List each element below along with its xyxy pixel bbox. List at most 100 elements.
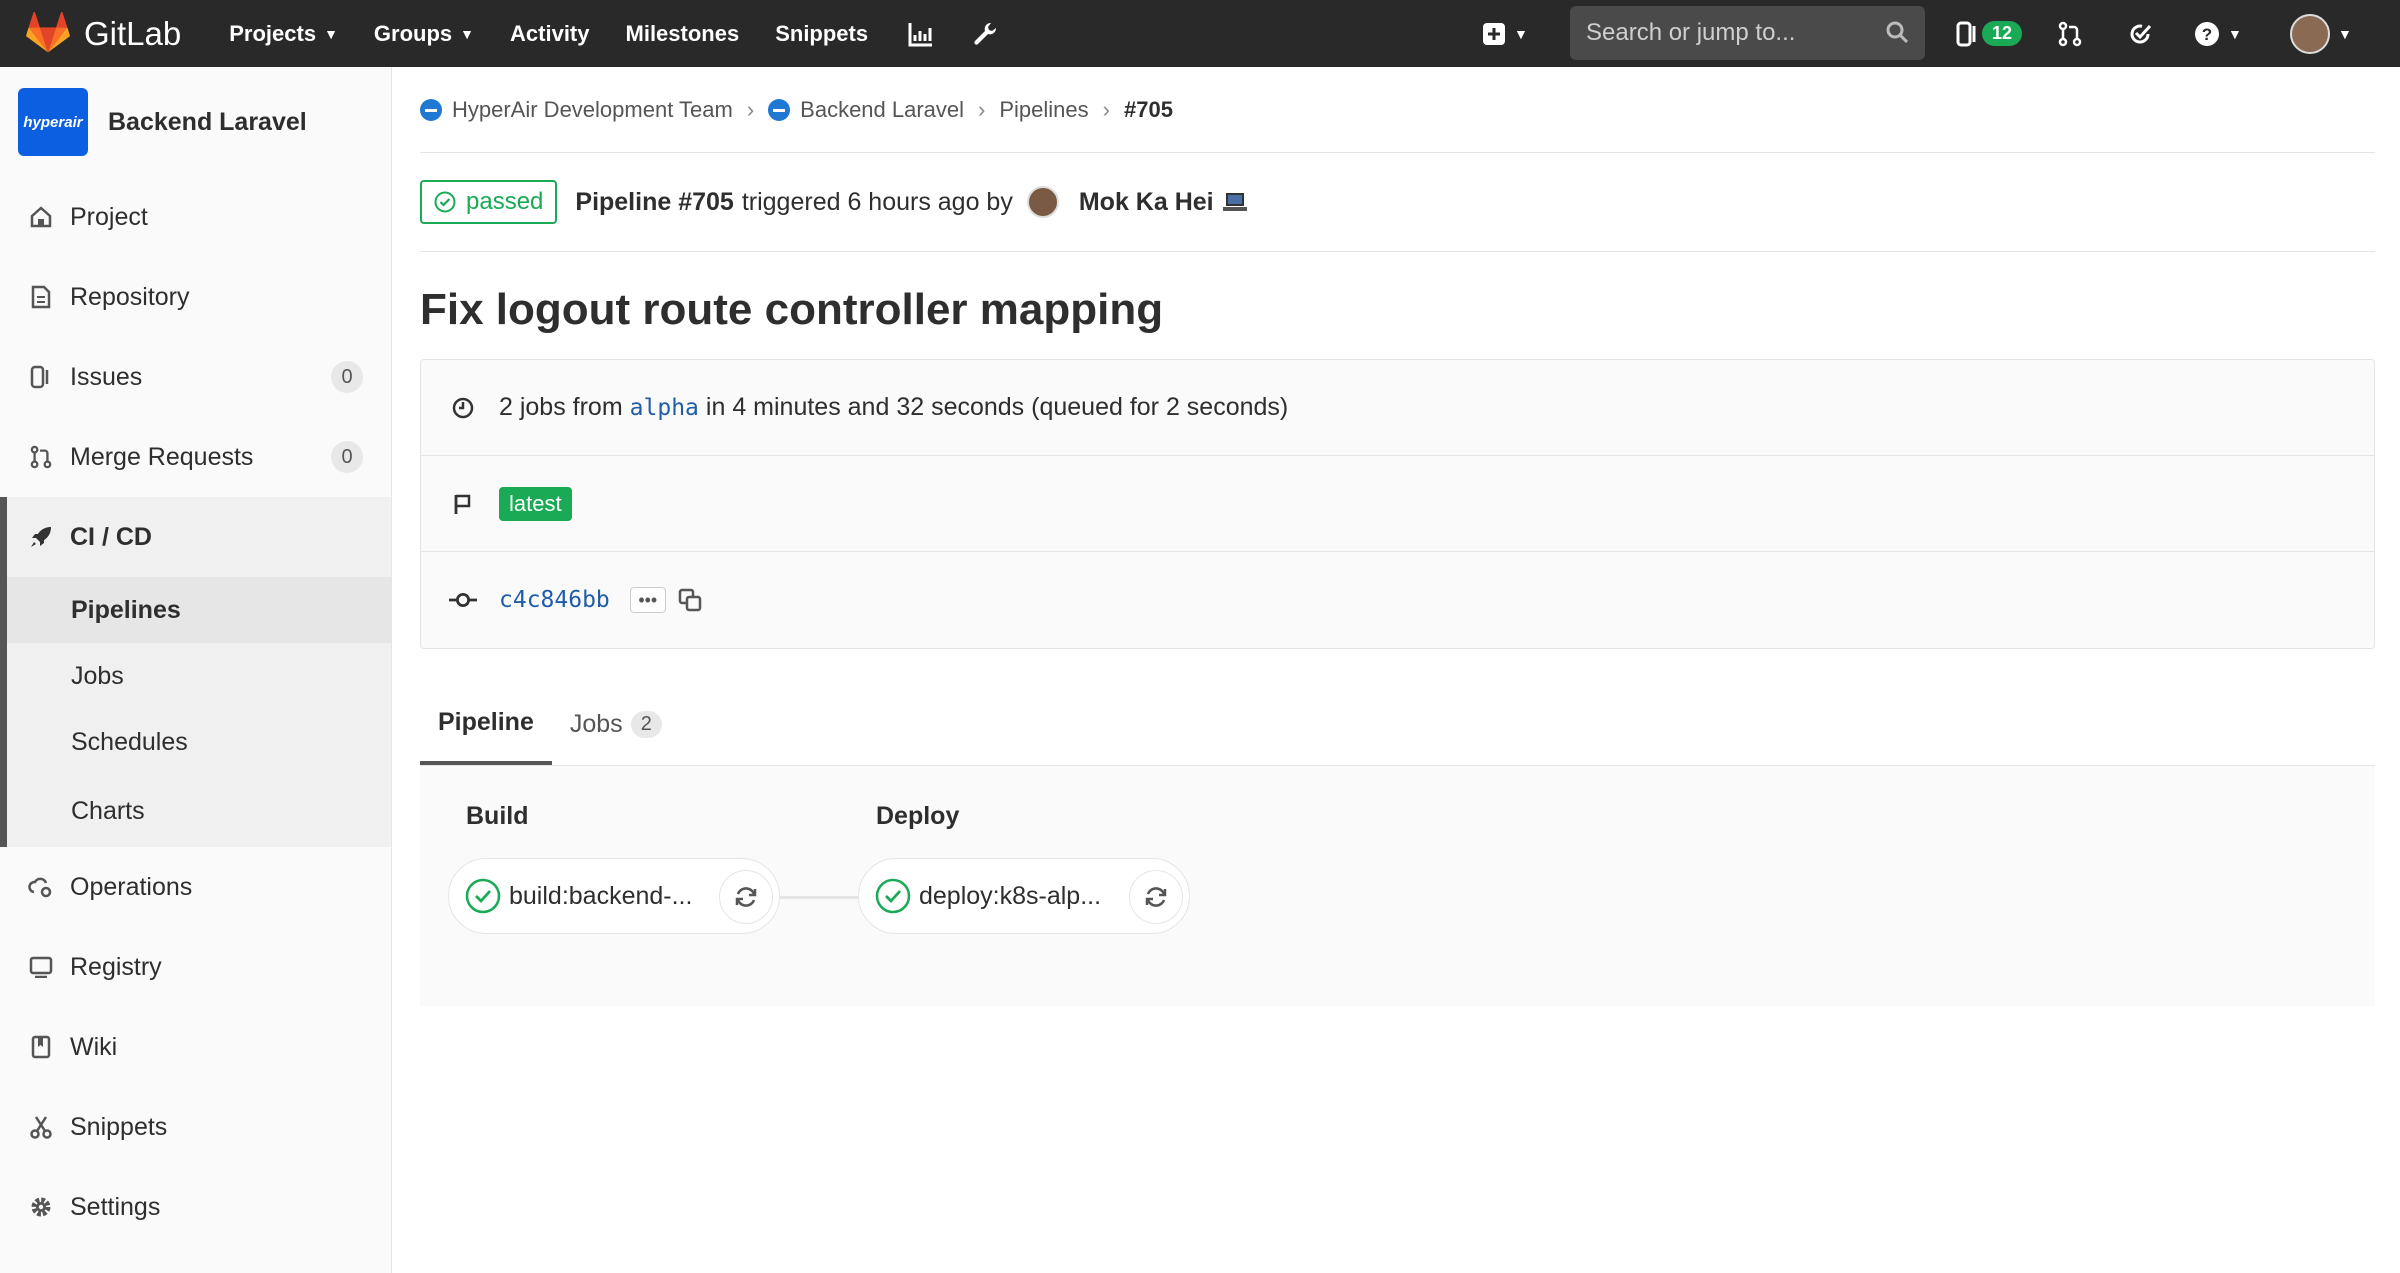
project-sidebar: hyperair Backend Laravel Project Reposit…: [0, 67, 392, 1273]
svg-text:?: ?: [2202, 25, 2212, 44]
wrench-icon[interactable]: [968, 17, 1002, 51]
top-navbar: GitLab Projects ▼ Groups ▼ Activity Milest…: [0, 0, 2400, 67]
sidebar-subitem-pipelines[interactable]: Pipelines: [7, 577, 391, 643]
copy-commit-sha-button[interactable]: [678, 588, 702, 612]
sidebar-item-label: Registry: [70, 952, 162, 981]
nav-activity[interactable]: Activity: [510, 21, 589, 47]
user-avatar: [2290, 13, 2330, 54]
rocket-icon: [28, 524, 54, 550]
latest-badge: latest: [499, 486, 572, 521]
copy-icon: [678, 588, 702, 612]
retry-icon: [735, 887, 757, 907]
nav-snippets[interactable]: Snippets: [775, 21, 868, 47]
stage-title-build: Build: [466, 802, 529, 830]
pipeline-tabs: Pipeline Jobs 2: [420, 685, 2375, 766]
job-deploy-label: deploy:k8s-alp...: [919, 881, 1102, 910]
page-title: Fix logout route controller mapping: [420, 285, 1164, 334]
jobs-text-pre: 2 jobs from: [499, 393, 623, 421]
job-build[interactable]: build:backend-...: [448, 858, 780, 934]
breadcrumb-project-label: Backend Laravel: [800, 96, 965, 122]
gitlab-home-link[interactable]: GitLab: [26, 11, 182, 56]
search-input[interactable]: Search or jump to...: [1570, 6, 1925, 60]
breadcrumb-current[interactable]: #705: [1124, 97, 1173, 123]
sidebar-item-label: Issues: [70, 362, 143, 391]
sidebar-item-repository[interactable]: Repository: [0, 257, 391, 337]
commit-icon: [449, 591, 477, 609]
sidebar-item-cicd[interactable]: CI / CD: [7, 497, 391, 577]
chevron-right-icon: ›: [1102, 96, 1110, 122]
sidebar-subitem-jobs[interactable]: Jobs: [7, 643, 391, 709]
tab-pipeline-label: Pipeline: [438, 708, 534, 736]
search-icon: [1886, 21, 1909, 44]
sidebar-item-wiki[interactable]: Wiki: [0, 1007, 391, 1087]
issues-count-badge: 0: [331, 361, 363, 393]
sidebar-item-label: Merge Requests: [70, 442, 254, 471]
retry-job-button[interactable]: [1129, 870, 1183, 924]
info-row-tags: latest: [421, 456, 2374, 552]
job-deploy[interactable]: deploy:k8s-alp...: [858, 858, 1190, 934]
sidebar-item-snippets[interactable]: Snippets: [0, 1087, 391, 1167]
stage-title-deploy: Deploy: [876, 802, 960, 830]
issues-icon: [28, 364, 54, 390]
nav-groups[interactable]: Groups ▼: [374, 21, 474, 47]
issues-button[interactable]: 12: [1956, 0, 2023, 67]
group-avatar-icon: [420, 98, 442, 121]
sidebar-item-project[interactable]: Project: [0, 177, 391, 257]
plus-square-icon: [1483, 22, 1505, 45]
nav-groups-label: Groups: [373, 20, 453, 46]
main-content: HyperAir Development Team › Backend Lara…: [420, 67, 2375, 1006]
tab-jobs-label: Jobs: [569, 710, 623, 738]
sidebar-item-issues[interactable]: Issues 0: [0, 337, 391, 417]
check-circle-icon: [434, 191, 456, 213]
brand-name: GitLab: [84, 14, 182, 52]
sidebar-item-registry[interactable]: Registry: [0, 927, 391, 1007]
user-avatar[interactable]: [1026, 186, 1059, 218]
info-row-commit: c4c846bb •••: [421, 552, 2374, 648]
jobs-count-badge: 2: [630, 711, 662, 738]
breadcrumb: HyperAir Development Team › Backend Lara…: [420, 67, 2375, 153]
help-dropdown[interactable]: ? ▼: [2194, 0, 2242, 67]
nav-projects[interactable]: Projects ▼: [229, 21, 338, 47]
search-placeholder: Search or jump to...: [1586, 19, 1796, 46]
todos-button[interactable]: [2128, 0, 2152, 67]
commit-message-toggle-button[interactable]: •••: [629, 587, 666, 613]
branch-link[interactable]: alpha: [630, 395, 699, 421]
sidebar-subitem-charts[interactable]: Charts: [7, 775, 391, 847]
doc-icon: [28, 284, 54, 310]
sidebar-project-header[interactable]: hyperair Backend Laravel: [0, 67, 391, 177]
pipeline-id: Pipeline #705: [575, 187, 734, 216]
chevron-right-icon: ›: [746, 96, 755, 122]
book-icon: [28, 1034, 54, 1060]
chevron-down-icon: ▼: [460, 25, 475, 42]
merge-requests-button[interactable]: [2058, 0, 2082, 67]
commit-sha-link[interactable]: c4c846bb: [499, 587, 610, 613]
new-dropdown[interactable]: ▼: [1482, 0, 1528, 67]
retry-icon: [1145, 887, 1167, 907]
sidebar-item-operations[interactable]: Operations: [0, 847, 391, 927]
breadcrumb-pipelines[interactable]: Pipelines: [999, 97, 1088, 123]
sidebar-item-label: Repository: [70, 282, 190, 311]
tab-jobs[interactable]: Jobs 2: [552, 684, 680, 765]
help-icon: ?: [2195, 21, 2219, 46]
laptop-emoji-icon: [1222, 193, 1247, 211]
sidebar-subitem-schedules[interactable]: Schedules: [7, 709, 391, 775]
tab-pipeline[interactable]: Pipeline: [420, 684, 552, 765]
status-badge[interactable]: passed: [420, 180, 558, 224]
merge-icon: [28, 444, 54, 470]
status-label: passed: [466, 188, 544, 215]
breadcrumb-project[interactable]: Backend Laravel: [768, 97, 964, 123]
retry-job-button[interactable]: [719, 870, 773, 924]
user-menu[interactable]: ▼: [2290, 0, 2352, 67]
nav-milestones[interactable]: Milestones: [626, 21, 740, 47]
project-name: Backend Laravel: [108, 107, 307, 136]
breadcrumb-group[interactable]: HyperAir Development Team: [420, 97, 733, 123]
sidebar-item-label: Settings: [70, 1192, 161, 1221]
user-name-link[interactable]: Mok Ka Hei: [1079, 188, 1214, 217]
project-avatar-icon: [768, 98, 791, 121]
chart-icon[interactable]: [904, 17, 938, 51]
sidebar-item-label: Operations: [70, 872, 193, 901]
todo-check-icon: [2130, 24, 2152, 43]
sidebar-item-settings[interactable]: Settings: [0, 1167, 391, 1247]
sidebar-item-merge-requests[interactable]: Merge Requests 0: [0, 417, 391, 497]
chevron-right-icon: ›: [978, 96, 986, 122]
